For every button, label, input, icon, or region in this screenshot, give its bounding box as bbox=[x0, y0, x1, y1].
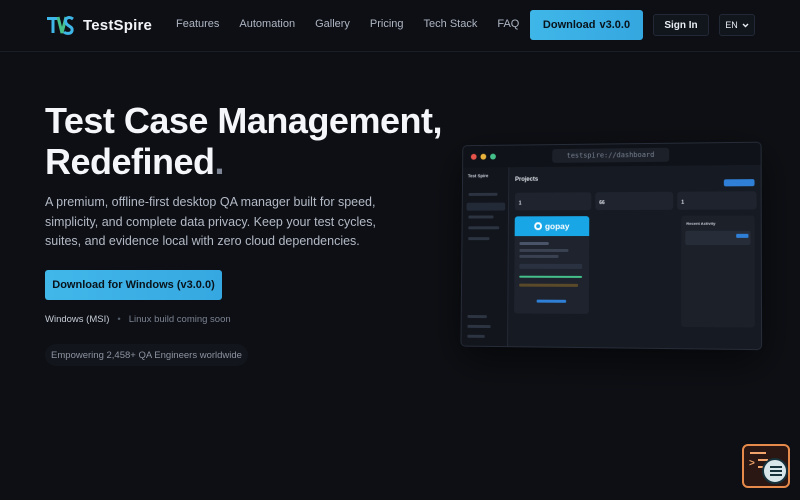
mockup-card-line bbox=[519, 242, 549, 245]
mockup-card-tags bbox=[519, 263, 583, 269]
platform-info: Windows (MSI) • Linux build coming soon bbox=[45, 314, 231, 325]
top-navbar: TestSpire Features Automation Gallery Pr… bbox=[0, 0, 800, 52]
mockup-card-link bbox=[536, 299, 567, 303]
mockup-main: Projects 1 66 1 gopay Recent Activity bbox=[512, 169, 759, 347]
mockup-stat-value: 66 bbox=[599, 200, 605, 207]
mockup-stat-value: 1 bbox=[681, 199, 685, 206]
download-button[interactable]: Download v3.0.0 bbox=[530, 10, 643, 40]
social-proof-badge: Empowering 2,458+ QA Engineers worldwide bbox=[45, 344, 248, 366]
hero-title: Test Case Management, Redefined. bbox=[45, 100, 445, 182]
platform-linux: Linux build coming soon bbox=[128, 314, 231, 325]
gopay-brand: gopay bbox=[544, 221, 570, 232]
platform-windows: Windows (MSI) bbox=[45, 314, 110, 325]
chevron-down-icon bbox=[742, 23, 749, 27]
mockup-activity-tag bbox=[736, 233, 749, 238]
language-select[interactable]: EN bbox=[719, 14, 755, 36]
mockup-sidebar-item bbox=[468, 226, 500, 230]
mockup-project-card: gopay bbox=[514, 216, 590, 314]
mockup-page-title: Projects bbox=[515, 176, 539, 183]
hero-title-dot: . bbox=[214, 141, 225, 182]
sign-in-button[interactable]: Sign In bbox=[653, 14, 709, 36]
testspire-logo-icon bbox=[47, 16, 74, 35]
hero-title-line2: Redefined bbox=[45, 141, 215, 182]
mockup-sidebar-item bbox=[467, 314, 487, 319]
language-label: EN bbox=[725, 20, 738, 30]
chat-bubble-icon bbox=[762, 458, 788, 484]
mockup-sidebar-item bbox=[467, 334, 485, 338]
nav-link-automation[interactable]: Automation bbox=[239, 18, 295, 30]
gopay-banner: gopay bbox=[514, 216, 590, 237]
minimize-dot-icon bbox=[480, 153, 487, 160]
close-dot-icon bbox=[470, 153, 477, 160]
mockup-stat-value: 1 bbox=[518, 200, 522, 207]
maximize-dot-icon bbox=[490, 153, 496, 160]
mockup-empty-panel bbox=[595, 216, 677, 327]
nav-links: Features Automation Gallery Pricing Tech… bbox=[176, 18, 519, 30]
download-windows-button[interactable]: Download for Windows (v3.0.0) bbox=[45, 270, 222, 300]
hero-title-line1: Test Case Management, bbox=[45, 100, 442, 141]
download-button-version: v3.0.0 bbox=[599, 19, 631, 31]
nav-link-features[interactable]: Features bbox=[176, 18, 219, 30]
mockup-titlebar: testspire://dashboard bbox=[463, 142, 761, 168]
mockup-sidebar-item bbox=[468, 237, 490, 241]
mockup-card-line bbox=[519, 248, 569, 252]
nav-link-gallery[interactable]: Gallery bbox=[315, 18, 350, 30]
mockup-activity-panel: Recent Activity bbox=[681, 215, 755, 328]
nav-link-pricing[interactable]: Pricing bbox=[370, 18, 404, 30]
help-chat-widget[interactable]: > bbox=[742, 444, 790, 488]
mockup-sidebar-brand: Test Spire bbox=[467, 173, 489, 179]
gopay-logo-icon bbox=[534, 222, 543, 231]
nav-link-tech-stack[interactable]: Tech Stack bbox=[424, 18, 478, 30]
mockup-sidebar-item bbox=[467, 324, 491, 329]
nav-link-faq[interactable]: FAQ bbox=[497, 18, 519, 30]
hero-description: A premium, offline-first desktop QA mana… bbox=[45, 195, 376, 248]
mockup-progress-bar bbox=[519, 275, 583, 278]
brand-name: TestSpire bbox=[83, 16, 153, 34]
chevron-right-icon: > bbox=[749, 458, 755, 469]
platform-separator: • bbox=[117, 314, 121, 325]
mockup-activity-title: Recent Activity bbox=[686, 220, 716, 226]
mockup-stat-card: 66 bbox=[595, 191, 674, 211]
mockup-sidebar-item bbox=[468, 192, 498, 196]
mockup-url: testspire://dashboard bbox=[552, 147, 670, 163]
mockup-sidebar-active bbox=[466, 202, 506, 211]
mockup-stat-card: 1 bbox=[677, 191, 757, 210]
brand-logo[interactable]: TestSpire bbox=[45, 13, 152, 37]
mockup-card-line bbox=[519, 254, 559, 258]
mockup-sidebar-item bbox=[468, 215, 494, 219]
app-screenshot-mockup: testspire://dashboard Test Spire Project… bbox=[460, 141, 763, 351]
mockup-stat-card: 1 bbox=[514, 192, 592, 211]
mockup-new-button bbox=[723, 179, 755, 187]
download-button-label: Download bbox=[542, 19, 596, 31]
mockup-sidebar: Test Spire bbox=[461, 167, 510, 349]
mockup-card-status bbox=[519, 283, 579, 287]
